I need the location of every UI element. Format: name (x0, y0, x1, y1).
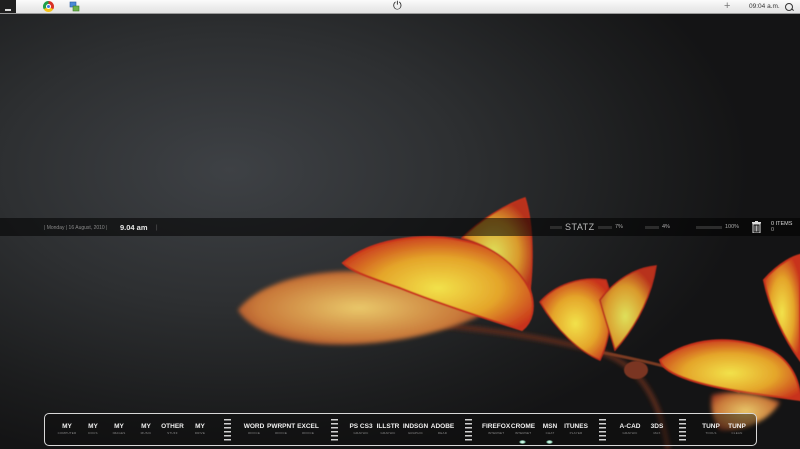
dock-item-sublabel: OFFICE (274, 431, 288, 435)
dock-item-autocad[interactable]: A-CAD GRAPHIC (618, 423, 642, 436)
dock-item-label: FIREFOX (482, 423, 511, 430)
dock-item-adobe-reader[interactable]: ADOBE READ (430, 423, 455, 436)
dock-item-label: CROME (510, 423, 536, 430)
dock-item-sublabel: MAX (653, 431, 661, 435)
dock-separator (224, 419, 231, 441)
dock-item-sublabel: CLEAN (731, 431, 743, 435)
dock-item-label: TUNP (702, 423, 720, 430)
cpu-meter (598, 226, 612, 229)
dock-item-label: ITUNES (564, 423, 588, 430)
dock-item-tuneup-tools[interactable]: TUNP TOOLS (700, 423, 722, 436)
dock-item-sublabel: COMPUTER (57, 431, 77, 435)
battery-percent: 100% (725, 224, 740, 230)
dock-item-sublabel: MUSIC (140, 431, 152, 435)
dock-item-label: WORD (243, 423, 265, 430)
menubar-clock[interactable]: 09:04 a.m. (749, 0, 780, 13)
items-count: 0 ITEMS (771, 221, 793, 227)
dock-item-sublabel: OFFICE (247, 431, 261, 435)
dock-separator (331, 419, 338, 441)
dock-item-label: MSN (542, 423, 558, 430)
ram-percent: 4% (662, 224, 670, 230)
dock-item-firefox[interactable]: FIREFOX INTERNET (482, 423, 510, 436)
dock-item-label: 3DS (650, 423, 664, 430)
dock-item-sublabel: DOCS (88, 431, 98, 435)
dock-item-label: TUNP (728, 423, 746, 430)
time-label: 9.04 am (120, 223, 148, 232)
dock-item-my-docs[interactable]: MY DOCS (83, 423, 103, 436)
dock-item-sublabel: DRIVE (194, 431, 206, 435)
time-separator: | (156, 225, 158, 231)
dock-item-my-drive[interactable]: MY DRIVE (190, 423, 210, 436)
dock-item-label: MY (141, 423, 151, 430)
dock-item-chrome[interactable]: CROME INTERNET (510, 423, 536, 436)
dock-item-sublabel: STUFF (167, 431, 178, 435)
chrome-icon[interactable] (43, 1, 54, 12)
dock-item-sublabel: OFFICE (301, 431, 315, 435)
app-dock: MY COMPUTER MY DOCS MY IMAGES MY MUSIC OTHER… (44, 413, 757, 446)
dock-item-label: ILLSTR (376, 423, 400, 430)
dock-item-my-images[interactable]: MY IMAGES (109, 423, 129, 436)
dock-item-sublabel: READ (437, 431, 448, 435)
dock-item-label: ADOBE (430, 423, 455, 430)
info-bar: | Monday | 16 August, 2010 | 9.04 am | S… (0, 218, 800, 236)
date-label: | Monday | 16 August, 2010 | (44, 225, 108, 231)
ram-meter (645, 226, 659, 229)
dock-item-sublabel: GRAPHIC (380, 431, 396, 435)
dock-item-3ds-max[interactable]: 3DS MAX (648, 423, 666, 436)
dock-item-label: PWRPNT (267, 423, 296, 430)
top-menubar: ⏻ + 09:04 a.m. (0, 0, 800, 14)
dock-item-label: PS CS3 (349, 423, 373, 430)
dock-item-sublabel: CHAT (545, 431, 555, 435)
dock-item-label: A-CAD (619, 423, 641, 430)
dock-item-msn[interactable]: MSN CHAT (540, 423, 560, 436)
statz-label: STATZ (565, 222, 595, 232)
dock-item-sublabel: GRAPHIC (622, 431, 638, 435)
dock-separator (679, 419, 686, 441)
trash-icon[interactable] (752, 221, 761, 233)
dock-item-sublabel: GRAPHIC (353, 431, 369, 435)
dock-item-photoshop[interactable]: PS CS3 GRAPHIC (348, 423, 374, 436)
battery-meter (696, 226, 722, 229)
dock-item-excel[interactable]: EXCEL OFFICE (296, 423, 320, 436)
dock-separator (465, 419, 472, 441)
plus-icon[interactable]: + (724, 0, 730, 13)
dock-item-label: MY (114, 423, 124, 430)
running-indicator-msn (546, 440, 553, 444)
dock-item-my-music[interactable]: MY MUSIC (136, 423, 156, 436)
cpu-percent: 7% (615, 224, 623, 230)
dock-item-itunes[interactable]: ITUNES PLAYER (563, 423, 589, 436)
dock-item-sublabel: TOOLS (705, 431, 717, 435)
power-icon[interactable]: ⏻ (393, 0, 402, 13)
dock-item-label: EXCEL (297, 423, 319, 430)
dock-separator (599, 419, 606, 441)
minimize-glyph (5, 9, 11, 11)
network-icon[interactable] (69, 1, 80, 12)
running-indicator-chrome (519, 440, 526, 444)
dock-item-other-stuff[interactable]: OTHER STUFF (160, 423, 185, 436)
dock-item-label: INDSGN (402, 423, 429, 430)
dock-item-my-computer[interactable]: MY COMPUTER (57, 423, 77, 436)
statz-meter (550, 226, 562, 229)
dock-item-label: MY (62, 423, 72, 430)
dock-item-sublabel: IMAGES (112, 431, 126, 435)
dock-item-illustrator[interactable]: ILLSTR GRAPHIC (376, 423, 400, 436)
dock-item-sublabel: INTERNET (487, 431, 505, 435)
dock-item-sublabel: GRAPHIC (407, 431, 424, 435)
menubar-left-button[interactable] (0, 0, 16, 13)
dock-item-label: OTHER (161, 423, 184, 430)
dock-item-label: MY (195, 423, 205, 430)
dock-item-sublabel: PLAYER (569, 431, 583, 435)
search-icon[interactable] (785, 3, 793, 11)
dock-item-word[interactable]: WORD OFFICE (242, 423, 266, 436)
dock-item-label: MY (88, 423, 98, 430)
dock-item-sublabel: INTERNET (514, 431, 532, 435)
recycle-bin-items: 0 ITEMS 0 (771, 221, 792, 233)
dock-item-tuneup-clean[interactable]: TUNP CLEAN (726, 423, 748, 436)
dock-item-powerpoint[interactable]: PWRPNT OFFICE (267, 423, 295, 436)
items-sub: 0 (771, 227, 775, 233)
dock-item-indesign[interactable]: INDSGN GRAPHIC (402, 423, 429, 436)
